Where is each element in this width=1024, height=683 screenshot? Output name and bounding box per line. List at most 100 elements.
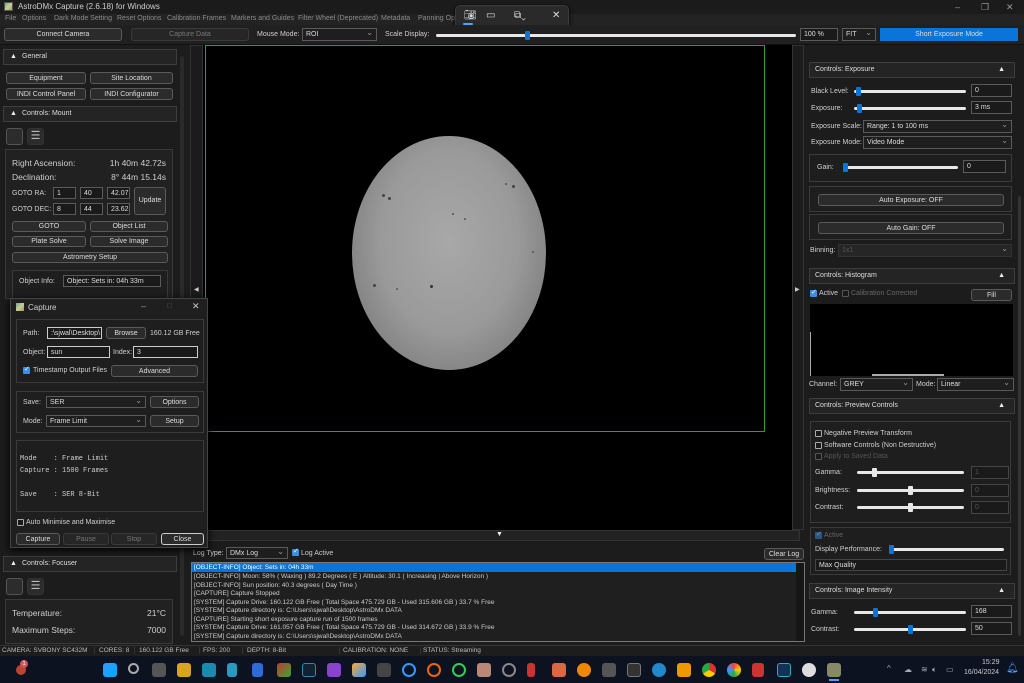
brightness-slider[interactable] (857, 486, 964, 495)
brightness-input[interactable]: 0 (971, 484, 1009, 497)
menu-filter-wheel[interactable]: Filter Wheel (Deprecated) (298, 15, 378, 22)
preview-gamma-input[interactable]: 1 (971, 466, 1009, 479)
log-type-select[interactable]: DMx Log (226, 546, 288, 559)
apply-saved-checkbox[interactable] (815, 453, 822, 460)
preview-section-header[interactable]: Controls: Preview Controls ▲ (809, 398, 1015, 414)
solve-image-button[interactable]: Solve Image (90, 236, 168, 247)
mount-section-header[interactable]: ▲ Controls: Mount (3, 106, 177, 122)
file-explorer-icon[interactable] (177, 663, 191, 677)
gain-input[interactable]: 0 (963, 160, 1006, 173)
plate-solve-button[interactable]: Plate Solve (12, 236, 86, 247)
app-s-icon[interactable] (402, 663, 416, 677)
log-list[interactable]: [OBJECT-INFO] Object: Sets in: 04h 33m [… (191, 562, 805, 642)
cloud-icon[interactable]: ☁ (904, 665, 912, 674)
gmail-icon[interactable] (752, 663, 764, 677)
menu-markers-guides[interactable]: Markers and Guides (231, 15, 294, 22)
browse-button[interactable]: Browse (106, 327, 146, 339)
goto-ra-seconds[interactable]: 42.07 (107, 187, 130, 199)
intensity-gamma-slider[interactable] (854, 608, 966, 617)
app-icon[interactable] (377, 663, 391, 677)
slider-thumb[interactable] (908, 486, 913, 495)
display-active-checkbox[interactable] (815, 530, 822, 539)
log-line[interactable]: [SYSTEM] Capture Drive: 160.122 GB Free … (194, 599, 494, 606)
fit-select[interactable]: FIT (842, 27, 876, 41)
goto-button[interactable]: GOTO (12, 221, 86, 232)
app-p-icon[interactable] (527, 663, 535, 677)
pause-button[interactable]: Pause (63, 533, 109, 545)
app-icon[interactable] (627, 663, 641, 677)
right-scrollbar[interactable] (1018, 196, 1021, 636)
app-icon[interactable] (777, 663, 791, 677)
volume-icon[interactable]: 🔈︎ (932, 665, 937, 675)
slider-thumb[interactable] (857, 104, 863, 113)
right-collapse-bar[interactable]: ▶ (792, 45, 804, 530)
black-level-input[interactable]: 0 (971, 84, 1012, 97)
slider-thumb[interactable] (524, 31, 530, 40)
goto-dec-seconds[interactable]: 23.62 (107, 203, 130, 215)
firefox-icon[interactable] (652, 663, 666, 677)
chrome-icon[interactable] (702, 663, 716, 677)
capture-button[interactable]: Capture (16, 533, 60, 545)
calibration-corrected-checkbox[interactable] (842, 290, 849, 297)
battery-icon[interactable]: ▭ (946, 665, 954, 674)
slider-thumb[interactable] (908, 503, 913, 512)
affinity-icon[interactable] (327, 663, 341, 677)
menu-panning[interactable]: Panning Opt (418, 15, 457, 22)
astrometry-setup-button[interactable]: Astrometry Setup (12, 252, 168, 263)
slider-thumb[interactable] (856, 87, 862, 96)
minimize-button[interactable]: – (141, 301, 146, 311)
notification-bell-icon[interactable]: 🔔︎ (1006, 663, 1019, 674)
close-icon[interactable]: ✕ (192, 301, 200, 312)
photo-app-icon[interactable] (302, 663, 316, 677)
sliders-icon[interactable]: ☰ (27, 578, 44, 595)
object-list-button[interactable]: Object List (90, 221, 168, 232)
menu-metadata[interactable]: Metadata (381, 15, 410, 22)
object-input[interactable]: sun (47, 346, 110, 358)
intensity-section-header[interactable]: Controls: Image Intensity ▲ (809, 583, 1015, 599)
goto-ra-hours[interactable]: 1 (53, 187, 76, 199)
timestamp-checkbox[interactable] (23, 365, 30, 374)
zoom-input[interactable]: 100 % (800, 28, 838, 41)
short-exposure-mode-button[interactable]: Short Exposure Mode (880, 28, 1018, 41)
preview-contrast-slider[interactable] (857, 503, 964, 512)
exposure-slider[interactable] (854, 104, 966, 113)
save-format-select[interactable]: SER (46, 395, 146, 408)
equipment-button[interactable]: Equipment (6, 72, 86, 84)
exposure-scale-select[interactable]: Range: 1 to 100 ms (863, 119, 1012, 133)
path-input[interactable]: :\sjwal\Desktop\ (47, 327, 102, 339)
software-controls-checkbox[interactable] (815, 442, 822, 449)
slider-thumb[interactable] (889, 545, 894, 554)
maximize-button[interactable]: □ (167, 301, 172, 310)
log-line[interactable]: [OBJECT-INFO] Object: Sets in: 04h 33m (194, 564, 314, 571)
roi-frame[interactable] (205, 45, 765, 432)
index-input[interactable]: 3 (133, 346, 198, 358)
astrodmx-taskbar-icon[interactable] (827, 663, 841, 677)
gain-slider[interactable] (843, 163, 958, 172)
goto-dec-degrees[interactable]: 8 (53, 203, 76, 215)
close-dialog-button[interactable]: Close (161, 533, 204, 545)
negative-preview-checkbox[interactable] (815, 430, 822, 437)
app-icon[interactable] (802, 663, 816, 677)
minimize-button[interactable]: – (955, 2, 960, 12)
exposure-section-header[interactable]: Controls: Exposure ▲ (809, 62, 1015, 78)
capture-data-button[interactable]: Capture Data (131, 28, 249, 41)
menu-options[interactable]: Options (22, 15, 46, 22)
goto-dec-minutes[interactable]: 44 (80, 203, 103, 215)
sliders-icon[interactable]: ☰ (27, 128, 44, 145)
black-level-slider[interactable] (854, 87, 966, 96)
log-active-checkbox[interactable] (292, 547, 299, 556)
setup-button[interactable]: Setup (150, 415, 199, 427)
app-icon[interactable] (277, 663, 291, 677)
scale-display-slider[interactable] (436, 31, 796, 40)
menu-file[interactable]: File (5, 15, 16, 22)
histogram-active-checkbox[interactable] (810, 288, 817, 297)
display-performance-slider[interactable] (889, 545, 1004, 554)
clock-date[interactable]: 16/04/2024 (964, 669, 999, 676)
google-photos-icon[interactable] (727, 663, 741, 677)
maximize-button[interactable]: ❐ (981, 2, 989, 13)
binning-select[interactable]: 1x1 (838, 243, 1012, 257)
focuser-view-icon[interactable] (6, 578, 23, 595)
log-line[interactable]: [OBJECT-INFO] Sun position: 40.3 degrees… (194, 582, 357, 589)
search-icon[interactable] (128, 663, 139, 674)
window-mode-icon[interactable]: ⧉⌄ (514, 10, 526, 21)
